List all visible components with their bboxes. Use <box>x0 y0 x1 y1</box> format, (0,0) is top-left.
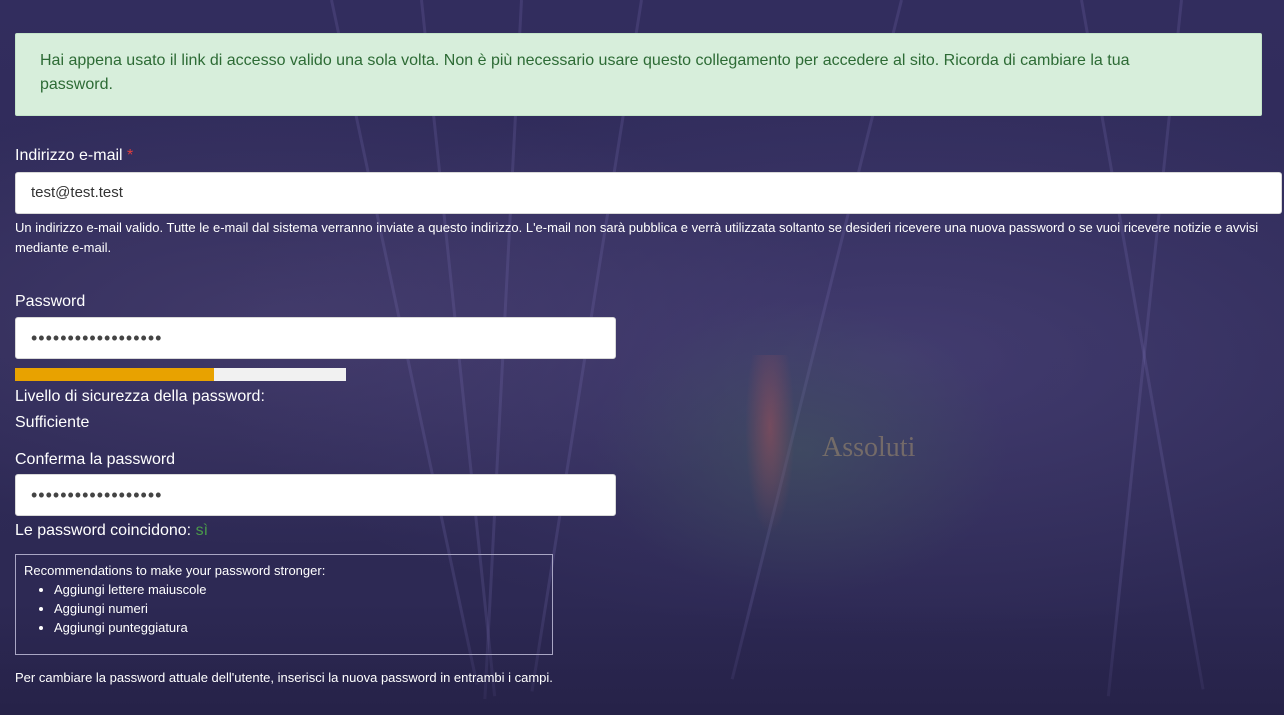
password-match-value: sì <box>195 522 209 539</box>
password-match-status: Le password coincidono: sì <box>15 522 208 540</box>
password-strength-value: Sufficiente <box>15 414 90 431</box>
password-match-label: Le password coincidono: <box>15 522 192 539</box>
recommendation-item: Aggiungi lettere maiuscole <box>54 580 544 599</box>
password-strength-label: Livello di sicurezza della password: <box>15 388 265 405</box>
recommendations-list: Aggiungi lettere maiuscole Aggiungi nume… <box>24 580 544 637</box>
email-field[interactable]: test@test.test <box>15 172 1282 214</box>
recommendation-item: Aggiungi numeri <box>54 599 544 618</box>
status-message: Hai appena usato il link di accesso vali… <box>15 33 1262 116</box>
email-label: Indirizzo e-mail * <box>15 147 134 164</box>
required-marker: * <box>127 147 134 164</box>
email-description: Un indirizzo e-mail valido. Tutte le e-m… <box>15 220 1259 255</box>
confirm-password-field[interactable]: •••••••••••••••••• <box>15 474 616 516</box>
confirm-password-label: Conferma la password <box>15 451 176 468</box>
password-field[interactable]: •••••••••••••••••• <box>15 317 616 359</box>
password-strength-fill <box>15 368 214 381</box>
recommendations-title: Recommendations to make your password st… <box>24 563 326 578</box>
password-recommendations: Recommendations to make your password st… <box>15 554 553 655</box>
status-message-text: Hai appena usato il link di accesso vali… <box>40 52 1130 93</box>
password-strength-bar <box>15 368 346 381</box>
change-password-hint: Per cambiare la password attuale dell'ut… <box>15 670 553 685</box>
recommendation-item: Aggiungi punteggiatura <box>54 618 544 637</box>
password-label: Password <box>15 293 86 310</box>
